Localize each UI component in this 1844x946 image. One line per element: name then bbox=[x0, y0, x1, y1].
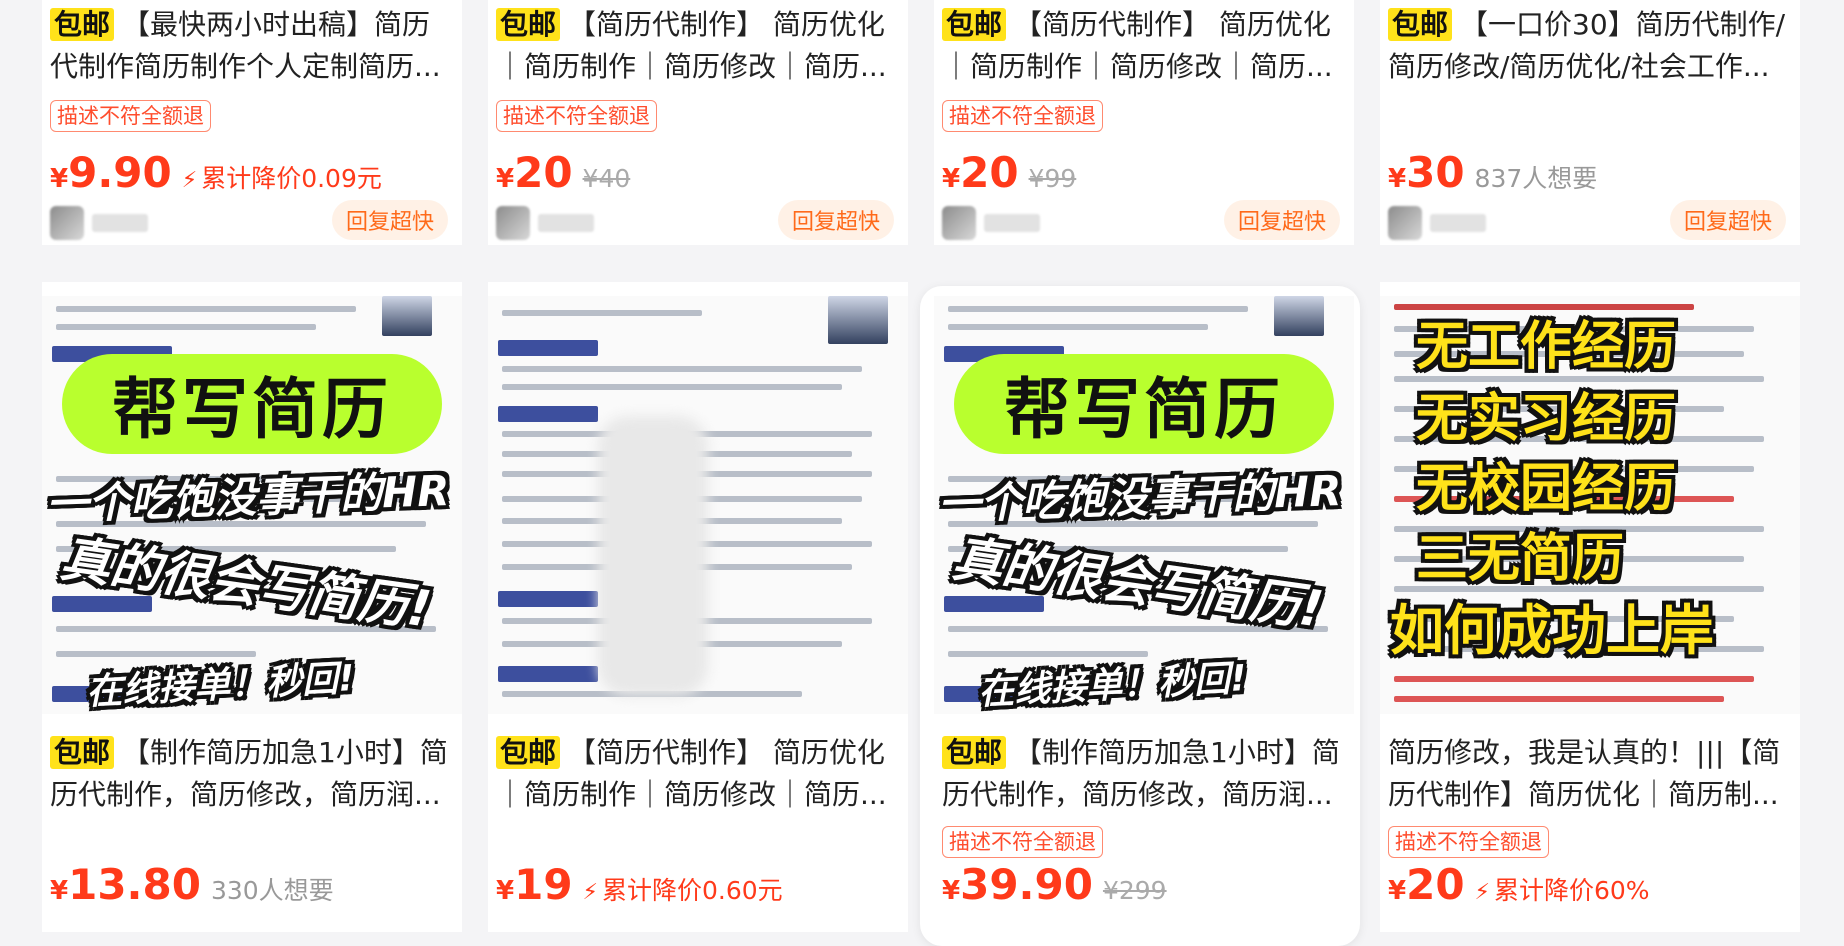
seller-info[interactable] bbox=[496, 206, 594, 240]
product-title[interactable]: 包邮 【简历代制作】 简历优化｜简历制作｜简历修改｜简历... bbox=[942, 4, 1340, 88]
product-title[interactable]: 包邮 【简历代制作】 简历优化｜简历制作｜简历修改｜简历... bbox=[496, 4, 894, 88]
thumb-caption-5: 如何成功上岸 bbox=[1390, 599, 1714, 662]
price: 20 bbox=[1406, 860, 1465, 909]
thumb-banner: 帮写简历 bbox=[954, 354, 1334, 454]
price-row: ¥39.90 ¥299 bbox=[942, 860, 1167, 909]
seller-name bbox=[1430, 214, 1486, 232]
product-title[interactable]: 包邮 【一口价30】简历代制作/简历修改/简历优化/社会工作... bbox=[1388, 4, 1786, 88]
thumb-caption-1: 无工作经历 bbox=[1416, 317, 1677, 377]
reply-fast-badge: 回复超快 bbox=[331, 200, 448, 240]
product-card-7[interactable]: 帮写简历 一个吃饱没事干的HR 真的很会写简历! 在线接单！秒回! 包邮 【制作简… bbox=[920, 286, 1360, 946]
avatar bbox=[50, 206, 84, 240]
price-row: ¥20 ¥99 bbox=[942, 148, 1077, 197]
price: 19 bbox=[514, 860, 573, 909]
product-card-1[interactable]: 包邮 【最快两小时出稿】简历代制作简历制作个人定制简历... 描述不符全额退 ¥9… bbox=[42, 0, 462, 245]
price-row: ¥30 837人想要 bbox=[1388, 148, 1598, 197]
product-card-2[interactable]: 包邮 【简历代制作】 简历优化｜简历制作｜简历修改｜简历... 描述不符全额退 ¥… bbox=[488, 0, 908, 245]
product-title[interactable]: 包邮 【简历代制作】 简历优化｜简历制作｜简历修改｜简历... bbox=[496, 732, 894, 816]
avatar bbox=[496, 206, 530, 240]
price-row: ¥13.80 330人想要 bbox=[50, 860, 334, 909]
free-shipping-badge: 包邮 bbox=[942, 736, 1007, 769]
want-count: 330人想要 bbox=[210, 876, 334, 905]
reply-fast-badge: 回复超快 bbox=[1669, 200, 1786, 240]
price: 20 bbox=[514, 148, 573, 197]
original-price: ¥299 bbox=[1102, 876, 1167, 905]
product-title[interactable]: 包邮 【最快两小时出稿】简历代制作简历制作个人定制简历... bbox=[50, 4, 448, 88]
product-title[interactable]: 简历修改，我是认真的！|||【简历代制作】简历优化｜简历制... bbox=[1388, 732, 1786, 816]
original-price: ¥99 bbox=[1028, 164, 1077, 193]
price: 39.90 bbox=[960, 860, 1093, 909]
thumb-banner: 帮写简历 bbox=[62, 354, 442, 454]
thumb-caption-3: 无校园经历 bbox=[1416, 459, 1677, 519]
refund-tag: 描述不符全额退 bbox=[1388, 826, 1549, 858]
seller-info[interactable] bbox=[942, 206, 1040, 240]
thumb-caption-4: 三无简历 bbox=[1416, 529, 1625, 589]
price: 9.90 bbox=[68, 148, 172, 197]
original-price: ¥40 bbox=[582, 164, 631, 193]
seller-name bbox=[92, 214, 148, 232]
price-row: ¥20 ⚡ 累计降价60% bbox=[1388, 860, 1650, 909]
free-shipping-badge: 包邮 bbox=[496, 8, 561, 41]
refund-tag: 描述不符全额退 bbox=[496, 100, 657, 132]
free-shipping-badge: 包邮 bbox=[50, 736, 115, 769]
price-drop: 累计降价0.60元 bbox=[602, 876, 783, 905]
thumb-caption-2: 真的很会写简历! bbox=[949, 529, 1327, 639]
thumb-caption-2: 真的很会写简历! bbox=[57, 529, 435, 639]
product-card-4[interactable]: 包邮 【一口价30】简历代制作/简历修改/简历优化/社会工作... ¥30 837… bbox=[1380, 0, 1800, 245]
product-title[interactable]: 包邮 【制作简历加急1小时】简历代制作，简历修改，简历润... bbox=[50, 732, 448, 816]
lightning-icon: ⚡ bbox=[1474, 880, 1490, 905]
seller-name bbox=[984, 214, 1040, 232]
product-card-6[interactable]: 包邮 【简历代制作】 简历优化｜简历制作｜简历修改｜简历... ¥19 ⚡ 累计降价… bbox=[488, 282, 908, 932]
product-image[interactable]: 无工作经历 无实习经历 无校园经历 三无简历 如何成功上岸 bbox=[1380, 296, 1800, 714]
free-shipping-badge: 包邮 bbox=[1388, 8, 1453, 41]
price: 13.80 bbox=[68, 860, 201, 909]
seller-name bbox=[538, 214, 594, 232]
refund-tag: 描述不符全额退 bbox=[942, 826, 1103, 858]
reply-fast-badge: 回复超快 bbox=[1223, 200, 1340, 240]
thumb-caption-2: 无实习经历 bbox=[1416, 389, 1677, 449]
product-image[interactable]: 帮写简历 一个吃饱没事干的HR 真的很会写简历! 在线接单！秒回! bbox=[934, 296, 1354, 714]
reply-fast-badge: 回复超快 bbox=[777, 200, 894, 240]
lightning-icon: ⚡ bbox=[181, 168, 198, 193]
price-drop: 累计降价0.09元 bbox=[201, 164, 382, 193]
price-drop: 累计降价60% bbox=[1494, 876, 1650, 905]
seller-info[interactable] bbox=[1388, 206, 1486, 240]
product-card-5[interactable]: 帮写简历 一个吃饱没事干的HR 真的很会写简历! 在线接单！秒回! 包邮 【制作简… bbox=[42, 282, 462, 932]
refund-tag: 描述不符全额退 bbox=[942, 100, 1103, 132]
price-row: ¥19 ⚡ 累计降价0.60元 bbox=[496, 860, 783, 909]
thumb-caption-3: 在线接单！秒回! bbox=[977, 657, 1248, 713]
refund-tag: 描述不符全额退 bbox=[50, 100, 211, 132]
product-image[interactable] bbox=[488, 296, 908, 714]
lightning-icon: ⚡ bbox=[582, 880, 598, 905]
product-card-3[interactable]: 包邮 【简历代制作】 简历优化｜简历制作｜简历修改｜简历... 描述不符全额退 ¥… bbox=[934, 0, 1354, 245]
price-row: ¥20 ¥40 bbox=[496, 148, 631, 197]
avatar bbox=[1388, 206, 1422, 240]
free-shipping-badge: 包邮 bbox=[50, 8, 115, 41]
price-row: ¥9.90 ⚡ 累计降价0.09元 bbox=[50, 148, 382, 197]
avatar bbox=[942, 206, 976, 240]
price: 20 bbox=[960, 148, 1019, 197]
free-shipping-badge: 包邮 bbox=[942, 8, 1007, 41]
product-image[interactable]: 帮写简历 一个吃饱没事干的HR 真的很会写简历! 在线接单！秒回! bbox=[42, 296, 462, 714]
product-title[interactable]: 包邮 【制作简历加急1小时】简历代制作，简历修改，简历润... bbox=[942, 732, 1340, 816]
want-count: 837人想要 bbox=[1474, 164, 1598, 193]
product-card-8[interactable]: 无工作经历 无实习经历 无校园经历 三无简历 如何成功上岸 简历修改，我是认真的… bbox=[1380, 282, 1800, 932]
price: 30 bbox=[1406, 148, 1465, 197]
thumb-caption-3: 在线接单！秒回! bbox=[85, 657, 356, 713]
seller-info[interactable] bbox=[50, 206, 148, 240]
free-shipping-badge: 包邮 bbox=[496, 736, 561, 769]
